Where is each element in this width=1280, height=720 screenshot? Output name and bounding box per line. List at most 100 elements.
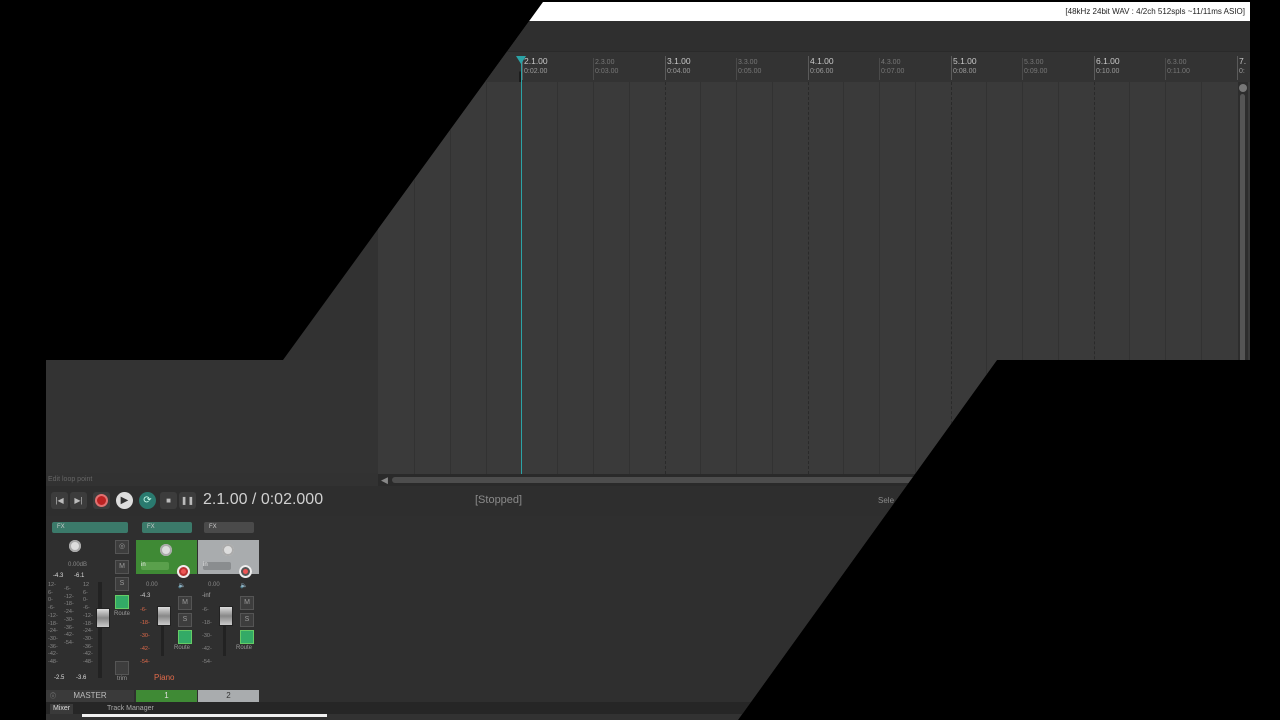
track2-speaker-icon[interactable]: 🔈 xyxy=(240,582,247,589)
grid-line xyxy=(593,82,594,474)
ruler-beat-label: 4.3.00 0:07.00 xyxy=(881,59,905,75)
zoom-icon[interactable] xyxy=(1239,84,1247,92)
ruler-beat-label: 2.3.00 0:03.00 xyxy=(595,59,619,75)
ruler-tick xyxy=(665,56,666,80)
master-meter-scale: 12- 6- 0- -6- -12- -18- -24- -30- -36- -… xyxy=(48,582,58,666)
track1-solo-button[interactable]: S xyxy=(178,613,192,627)
master-fx-bypass-button[interactable] xyxy=(115,595,129,609)
docker-tab-bar: Mixer Track Manager xyxy=(46,702,1250,714)
dock-tab-mixer[interactable]: Mixer xyxy=(50,704,74,714)
track2-meter-scale: -6- -18- -30- -42- -54- xyxy=(202,607,212,665)
track2-pan-knob[interactable] xyxy=(222,544,234,556)
master-trim-button[interactable] xyxy=(115,661,129,675)
track2-record-arm-button[interactable] xyxy=(239,565,252,578)
arrange-view[interactable] xyxy=(378,21,1250,474)
repeat-toggle[interactable]: ⟳ xyxy=(139,492,156,509)
time-position-display[interactable]: 2.1.00 / 0:02.000 xyxy=(203,491,323,509)
play-icon: ▶ xyxy=(120,495,129,506)
track2-fader[interactable] xyxy=(219,606,233,626)
grid-line-bar xyxy=(808,82,810,474)
grid-line xyxy=(557,82,558,474)
go-to-end-button[interactable]: ▶| xyxy=(70,492,87,509)
master-info-icon[interactable]: ⓘ xyxy=(50,691,56,700)
screen: [48kHz 24bit WAV : 4/2ch 512spls ~11/11m… xyxy=(0,0,1280,720)
edit-cursor-line xyxy=(521,60,522,474)
grid-line xyxy=(1201,82,1202,474)
track1-pan-knob[interactable] xyxy=(160,544,172,556)
grid-line xyxy=(879,82,880,474)
track2-volume-readout: 0.00 xyxy=(208,582,220,588)
grid-line xyxy=(486,82,487,474)
grid-line xyxy=(843,82,844,474)
track-strip-1: FX in 0.00 -4.3 -6- -18- -30- -42- -54- … xyxy=(136,516,197,702)
track-strip-2: FX in 0.00 -inf -6- -18- -30- -42- -54- … xyxy=(198,516,259,702)
pause-button[interactable]: ❚❚ xyxy=(179,492,196,509)
track1-fx-bypass-button[interactable] xyxy=(178,630,192,644)
grid-line xyxy=(1022,82,1023,474)
track1-mute-button[interactable]: M xyxy=(178,596,192,610)
track2-peak-readout: -inf xyxy=(202,593,211,599)
master-route-label[interactable]: Route xyxy=(114,611,130,617)
track1-input-button[interactable]: in xyxy=(141,562,169,570)
track1-volume-readout: 0.00 xyxy=(146,582,158,588)
horizontal-scrollbar[interactable]: ◀ xyxy=(378,474,1250,486)
vertical-scroll-thumb[interactable] xyxy=(1240,94,1245,364)
track-control-panel[interactable] xyxy=(46,360,378,473)
grid-line xyxy=(450,82,451,474)
track1-fader[interactable] xyxy=(157,606,171,626)
grid-line xyxy=(629,82,630,474)
scroll-left-icon[interactable]: ◀ xyxy=(381,475,388,486)
ruler-bar-label: 7. 0: xyxy=(1239,56,1247,76)
ruler-tick xyxy=(879,58,880,80)
master-meter xyxy=(98,582,102,678)
ruler-bar-label: 3.1.00 0:04.00 xyxy=(667,56,691,76)
grid-line xyxy=(1129,82,1130,474)
track2-route-label[interactable]: Route xyxy=(236,645,252,651)
ruler-tick xyxy=(593,58,594,80)
ruler-bar-label: 2.1.00 0:02.00 xyxy=(524,56,548,76)
master-mute-button[interactable]: M xyxy=(115,560,129,574)
master-meter-scale: 12 6- 0- -6- -12- -18- -24- -30- -36- -4… xyxy=(83,582,93,666)
track2-mute-button[interactable]: M xyxy=(240,596,254,610)
vertical-scrollbar[interactable] xyxy=(1238,82,1248,474)
track2-solo-button[interactable]: S xyxy=(240,613,254,627)
record-button[interactable] xyxy=(93,492,110,509)
stop-button[interactable]: ■ xyxy=(160,492,177,509)
grid-line xyxy=(1058,82,1059,474)
master-pan-knob[interactable] xyxy=(69,540,81,552)
audio-device-status[interactable]: [48kHz 24bit WAV : 4/2ch 512spls ~11/11m… xyxy=(1065,7,1245,16)
transport-bar: |◀ ▶| ▶ ⟳ ■ ❚❚ 2.1.00 / 0:02.000 [Stoppe… xyxy=(46,486,1250,516)
master-strip: FX ◎ 0.00dB -4.3 -6.1 12- 6- 0- -6- -12-… xyxy=(46,516,134,702)
track1-route-label[interactable]: Route xyxy=(174,645,190,651)
master-bottom-peak-left: -2.5 xyxy=(54,675,65,681)
dock-tab-track-manager[interactable]: Track Manager xyxy=(104,704,157,714)
track1-name[interactable]: Piano xyxy=(154,673,174,682)
ruler-beat-label: 6.3.00 0:11.00 xyxy=(1167,59,1190,75)
play-button[interactable]: ▶ xyxy=(116,492,133,509)
title-bar: [48kHz 24bit WAV : 4/2ch 512spls ~11/11m… xyxy=(380,2,1250,21)
track2-fx-button[interactable]: FX xyxy=(204,522,254,533)
track1-speaker-icon[interactable]: 🔈 xyxy=(178,582,185,589)
go-to-start-button[interactable]: |◀ xyxy=(51,492,68,509)
track2-input-button[interactable]: in xyxy=(203,562,231,570)
master-volume-readout: 0.00dB xyxy=(68,562,88,568)
hint-text: Edit loop point xyxy=(48,476,93,483)
master-peak-left: -4.3 xyxy=(53,573,64,579)
track2-fx-bypass-button[interactable] xyxy=(240,630,254,644)
ruler-tick xyxy=(1022,58,1023,80)
ruler-tick xyxy=(1165,58,1166,80)
master-fader[interactable] xyxy=(96,608,110,628)
horizontal-scroll-thumb[interactable] xyxy=(392,477,1232,483)
master-solo-button[interactable]: S xyxy=(115,577,129,591)
track1-fx-button[interactable]: FX xyxy=(142,522,192,533)
master-mono-button[interactable]: ◎ xyxy=(115,540,129,554)
track2-number: 2 xyxy=(198,690,259,702)
grid-line-bar xyxy=(665,82,667,474)
master-fx-button[interactable]: FX xyxy=(52,522,128,533)
play-state-label: [Stopped] xyxy=(475,494,523,506)
grid-line xyxy=(915,82,916,474)
track1-record-arm-button[interactable] xyxy=(177,565,190,578)
mixer-panel: FX ◎ 0.00dB -4.3 -6.1 12- 6- 0- -6- -12-… xyxy=(46,516,1250,702)
grid-line xyxy=(1165,82,1166,474)
ruler-bar-label: 5.1.00 0:08.00 xyxy=(953,56,977,76)
